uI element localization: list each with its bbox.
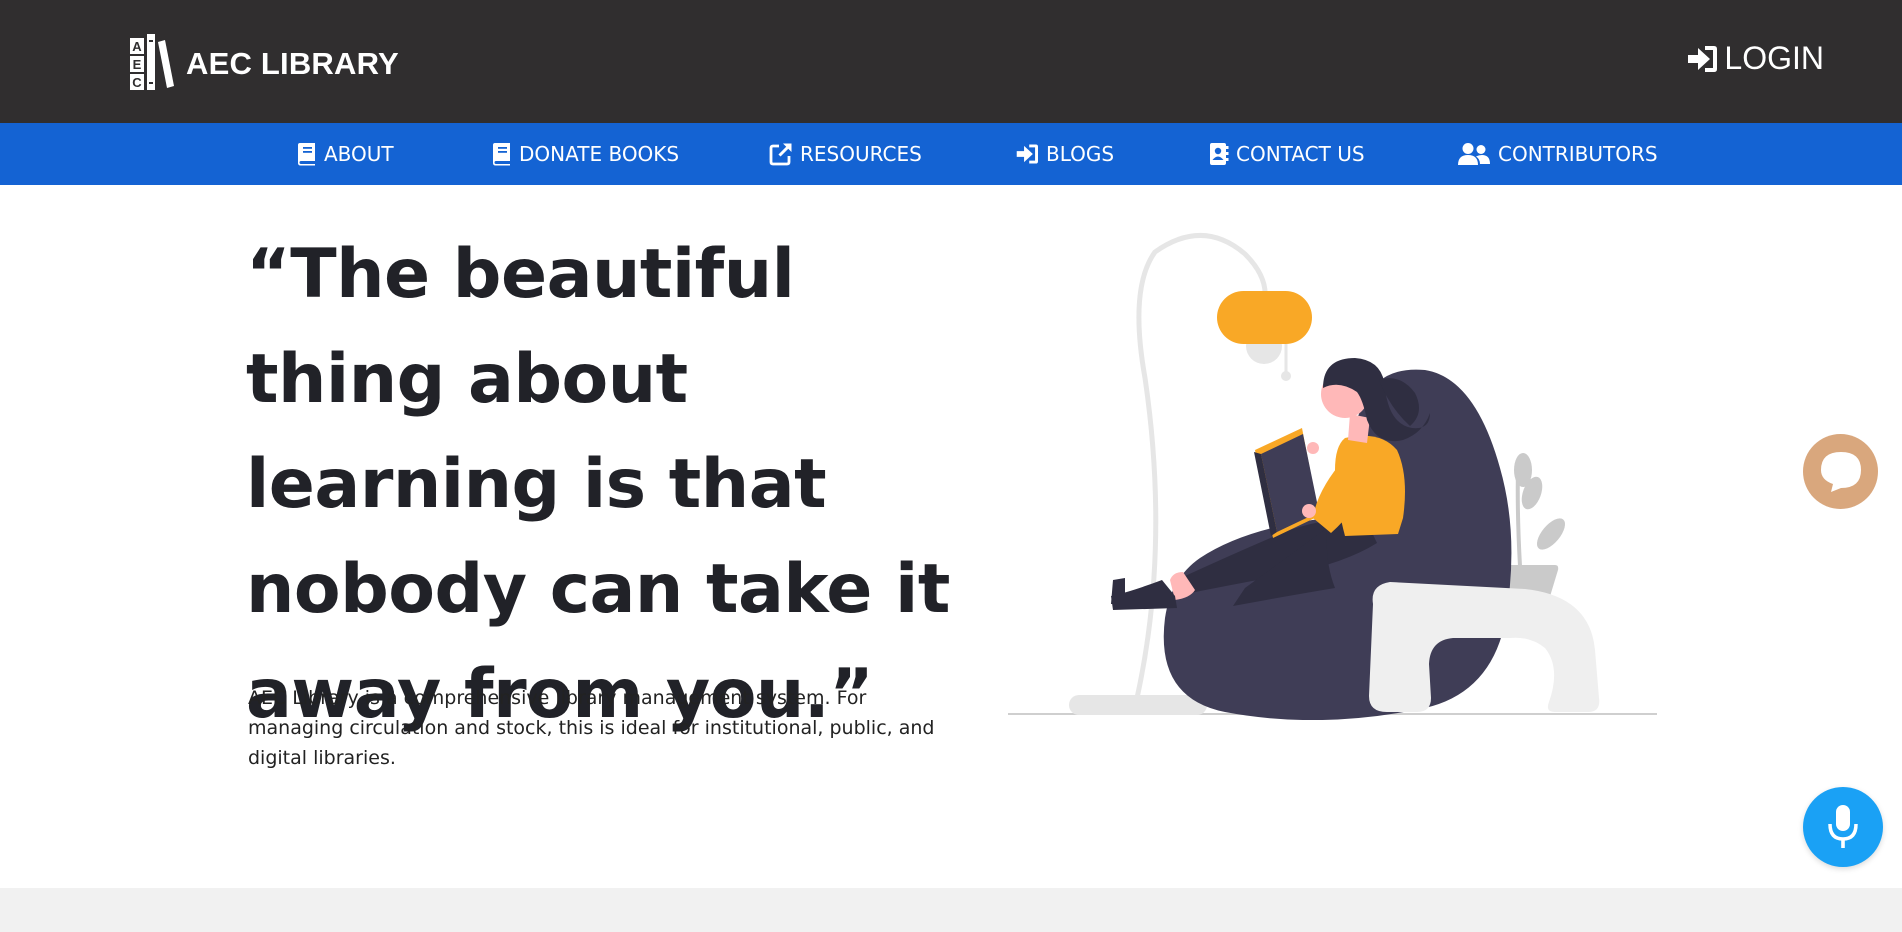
users-icon (1458, 143, 1490, 165)
brand[interactable]: A E C AEC LIBRARY (128, 34, 399, 94)
address-book-icon (1210, 143, 1229, 165)
external-link-icon (769, 143, 792, 166)
login-label: LOGIN (1724, 40, 1824, 76)
logo-letter-a: A (132, 39, 142, 54)
top-header: A E C AEC LIBRARY LOGIN (0, 0, 1902, 123)
chat-button[interactable] (1803, 434, 1878, 509)
library-logo-icon: A E C (130, 34, 174, 90)
nav-resources[interactable]: RESOURCES (769, 123, 922, 185)
nav-about-label: ABOUT (324, 142, 394, 166)
sign-in-icon (1688, 45, 1718, 72)
main-nav: ABOUT DONATE BOOKS RESOURCES BLOGS CONTA… (0, 123, 1902, 185)
nav-donate-books[interactable]: DONATE BOOKS (492, 123, 679, 185)
logo-letter-c: C (132, 75, 142, 90)
logo-letter-e: E (133, 57, 142, 72)
nav-contributors-label: CONTRIBUTORS (1498, 142, 1658, 166)
microphone-icon (1828, 805, 1858, 848)
sign-in-icon (1016, 144, 1038, 164)
login-button[interactable]: LOGIN (1686, 40, 1824, 77)
nav-contact-us[interactable]: CONTACT US (1209, 123, 1365, 185)
nav-blogs[interactable]: BLOGS (1015, 123, 1114, 185)
hero-quote: “The beautiful thing about learning is t… (246, 235, 950, 734)
footer-section-start (0, 888, 1902, 932)
book-icon (298, 143, 315, 166)
nav-about[interactable]: ABOUT (297, 123, 394, 185)
book-icon (493, 143, 510, 166)
nav-resources-label: RESOURCES (800, 142, 922, 166)
brand-name: AEC LIBRARY (186, 46, 399, 81)
nav-donate-books-label: DONATE BOOKS (519, 142, 680, 166)
hero-description: AEC Library is a comprehensive library m… (248, 687, 935, 769)
voice-search-button[interactable] (1803, 787, 1883, 867)
nav-contributors[interactable]: CONTRIBUTORS (1457, 123, 1658, 185)
nav-contact-us-label: CONTACT US (1236, 142, 1365, 166)
nav-blogs-label: BLOGS (1046, 142, 1115, 166)
reading-woman-illustration (1008, 233, 1657, 720)
chat-bubble-icon (1820, 451, 1861, 492)
